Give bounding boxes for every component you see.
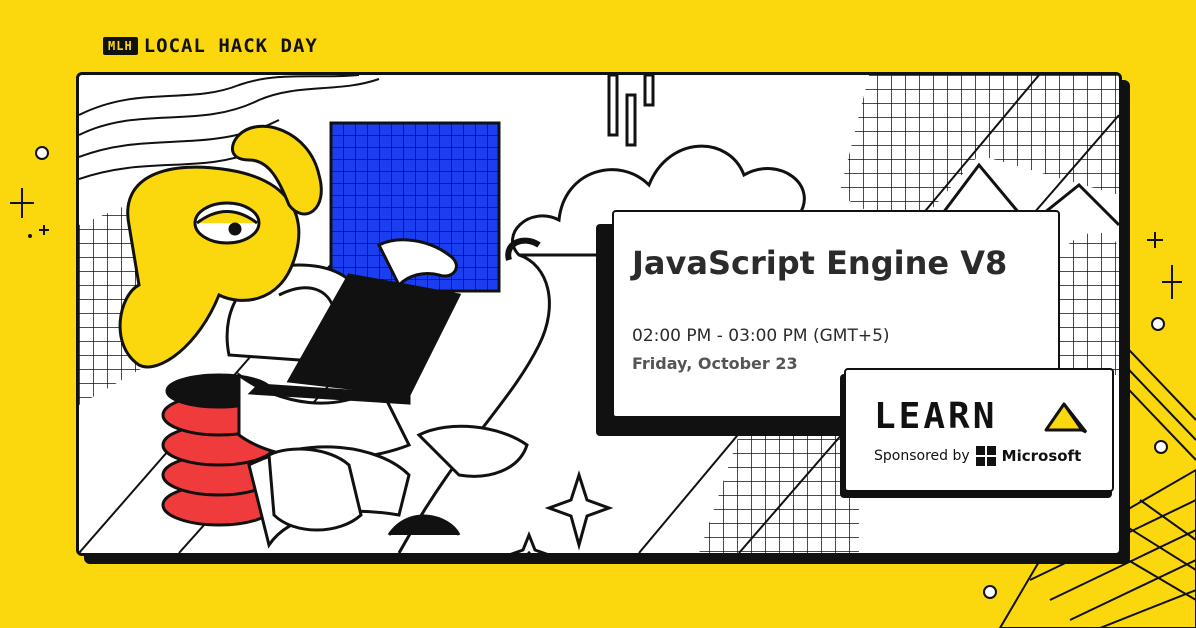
learn-sponsor-card: LEARN Sponsored by Microsoft <box>844 368 1114 492</box>
learn-triangle-icon <box>1044 402 1088 434</box>
mlh-badge: MLH <box>103 37 138 55</box>
sponsor-name: Microsoft <box>1001 447 1082 465</box>
event-date: Friday, October 23 <box>632 354 798 373</box>
sparkle-icon <box>510 470 614 553</box>
microsoft-logo-icon <box>975 446 996 466</box>
sponsor-line: Sponsored by Microsoft <box>874 446 1081 466</box>
event-time: 02:00 PM - 03:00 PM (GMT+5) <box>632 326 890 346</box>
learn-wordmark: LEARN <box>874 396 998 437</box>
sponsored-by-label: Sponsored by <box>874 448 970 464</box>
mlh-local-hack-day-logo: MLH LOCAL HACK DAY <box>103 34 318 58</box>
grid-region-right <box>1059 232 1119 375</box>
event-title: JavaScript Engine V8 <box>632 244 1008 282</box>
brand-name: LOCAL HACK DAY <box>143 35 318 57</box>
